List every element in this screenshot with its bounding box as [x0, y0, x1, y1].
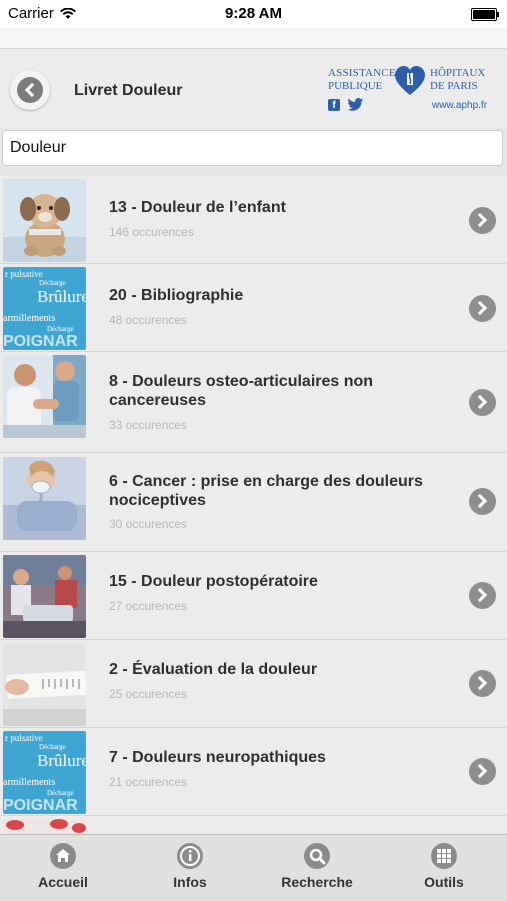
thumbnail-partial [3, 819, 86, 834]
card-text: POIGNAR [3, 797, 78, 814]
result-count: 146 occurences [109, 225, 194, 239]
chevron-right-icon[interactable] [469, 488, 496, 515]
thumbnail-text-card: r pulsative Décharge Brûlure armillement… [3, 731, 86, 814]
card-text: Brûlure [37, 287, 86, 306]
result-count: 21 occurences [109, 775, 188, 789]
thumbnail-operating-room [3, 555, 86, 638]
card-text: r pulsative [5, 269, 43, 279]
battery-icon [471, 8, 499, 21]
card-text: Brûlure [37, 751, 86, 770]
thumbnail-patient-mask [3, 457, 86, 540]
result-title: 15 - Douleur postopératoire [109, 573, 318, 590]
result-count: 25 occurences [109, 687, 188, 701]
thumbnail-teddy-bear [3, 179, 86, 262]
tab-label: Recherche [281, 874, 353, 890]
chevron-right-icon[interactable] [469, 582, 496, 609]
website-link[interactable]: www.aphp.fr [432, 100, 487, 111]
search-icon [304, 843, 330, 869]
twitter-icon[interactable] [348, 98, 363, 111]
result-title: 8 - Douleurs osteo-articulaires non canc… [109, 373, 374, 409]
result-title: 6 - Cancer : prise en charge des douleur… [109, 473, 423, 509]
chevron-right-icon[interactable] [469, 207, 496, 234]
result-title: 20 - Bibliographie [109, 287, 244, 304]
grid-icon [431, 843, 457, 869]
status-bar: Carrier 9:28 AM [0, 0, 507, 28]
thumbnail-doctor-patient [3, 355, 86, 438]
back-arrow-icon [17, 77, 43, 103]
list-item[interactable] [0, 816, 507, 834]
card-text: Décharge [39, 743, 66, 751]
tab-search[interactable]: Recherche [254, 835, 380, 901]
tab-label: Accueil [38, 874, 88, 890]
result-count: 27 occurences [109, 599, 188, 613]
card-text: Décharge [47, 325, 74, 333]
card-text: Décharge [47, 789, 74, 797]
tab-bar: Accueil Infos Recherche Outils [0, 834, 507, 901]
chevron-right-icon[interactable] [469, 295, 496, 322]
back-button[interactable] [10, 70, 50, 110]
tab-info[interactable]: Infos [127, 835, 253, 901]
heart-logo-icon [395, 66, 425, 95]
list-item[interactable]: r pulsative Décharge Brûlure armillement… [0, 728, 507, 816]
card-text: armillements [3, 777, 56, 788]
list-item[interactable]: 13 - Douleur de l’enfant 146 occurences [0, 176, 507, 264]
list-item[interactable]: 2 - Évaluation de la douleur 25 occurenc… [0, 640, 507, 728]
page-title: Livret Douleur [74, 82, 183, 99]
list-item[interactable]: 8 - Douleurs osteo-articulaires non canc… [0, 352, 507, 453]
tab-tools[interactable]: Outils [381, 835, 507, 901]
card-text: POIGNAR [3, 333, 78, 350]
info-icon [177, 843, 203, 869]
result-title: 7 - Douleurs neuropathiques [109, 749, 326, 766]
search-bar [0, 127, 507, 171]
search-input[interactable] [2, 130, 503, 166]
list-item[interactable]: 6 - Cancer : prise en charge des douleur… [0, 453, 507, 552]
result-count: 48 occurences [109, 313, 188, 327]
result-title: 2 - Évaluation de la douleur [109, 661, 318, 678]
thumbnail-text-card: r pulsative Décharge Brûlure armillement… [3, 267, 86, 350]
chevron-right-icon[interactable] [469, 758, 496, 785]
logo-text: HÔPITAUX [430, 67, 486, 79]
thumbnail-pain-ruler [3, 643, 86, 726]
nav-header: Livret Douleur ASSISTANCE PUBLIQUE HÔPIT… [0, 49, 507, 127]
home-icon [50, 843, 76, 869]
chevron-right-icon[interactable] [469, 389, 496, 416]
result-count: 30 occurences [109, 517, 188, 531]
logo-text: PUBLIQUE [328, 80, 383, 92]
card-text: armillements [3, 313, 56, 324]
logo-text: ASSISTANCE [328, 67, 396, 79]
clock: 9:28 AM [225, 5, 282, 22]
top-band [0, 28, 507, 49]
aphp-logo: ASSISTANCE PUBLIQUE HÔPITAUX DE PARIS f … [326, 66, 496, 115]
tab-home[interactable]: Accueil [0, 835, 126, 901]
list-item[interactable]: r pulsative Décharge Brûlure armillement… [0, 264, 507, 352]
logo-text: DE PARIS [430, 80, 478, 92]
tab-label: Infos [173, 874, 207, 890]
facebook-icon[interactable]: f [328, 99, 340, 111]
card-text: Décharge [39, 279, 66, 287]
tab-label: Outils [424, 874, 464, 890]
results-list: 13 - Douleur de l’enfant 146 occurences … [0, 176, 507, 834]
chevron-right-icon[interactable] [469, 670, 496, 697]
card-text: r pulsative [5, 733, 43, 743]
list-item[interactable]: 15 - Douleur postopératoire 27 occurence… [0, 552, 507, 640]
result-count: 33 occurences [109, 418, 188, 432]
result-title: 13 - Douleur de l’enfant [109, 199, 286, 216]
